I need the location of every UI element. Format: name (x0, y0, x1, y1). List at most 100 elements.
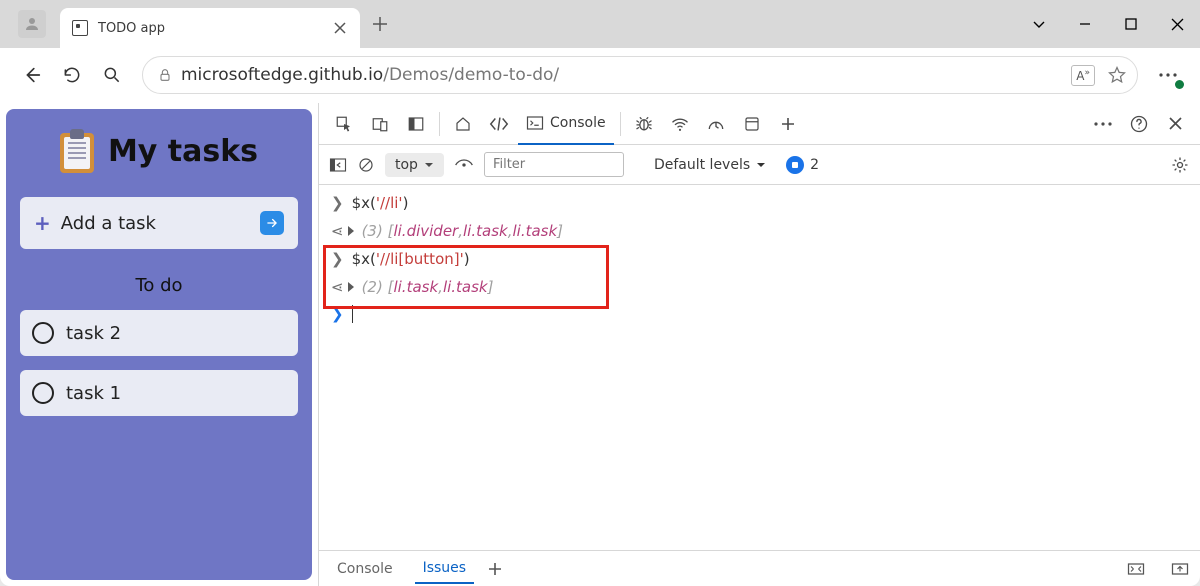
window-minimize-button[interactable] (1062, 0, 1108, 48)
close-icon (1171, 18, 1184, 31)
window-maximize-button[interactable] (1108, 0, 1154, 48)
console-tab[interactable]: Console (518, 103, 614, 145)
star-icon (1107, 65, 1127, 85)
performance-tab[interactable] (699, 107, 733, 141)
issue-badge-icon (786, 156, 804, 174)
issues-indicator[interactable]: 2 (786, 156, 819, 174)
new-tab-button[interactable] (360, 17, 400, 31)
refresh-button[interactable] (52, 55, 92, 95)
more-button[interactable] (1086, 107, 1120, 141)
eye-icon (454, 158, 474, 172)
welcome-tab[interactable] (446, 107, 480, 141)
sources-tab[interactable] (627, 107, 661, 141)
filter-input[interactable] (484, 152, 624, 177)
drawer-expand-button[interactable] (1126, 561, 1146, 577)
favorite-button[interactable] (1107, 65, 1127, 85)
console-toolbar: top Default levels 2 (319, 145, 1200, 185)
expand-icon (1126, 561, 1146, 577)
chevron-down-icon (424, 160, 434, 170)
console-output-line[interactable]: ⋖ (3) [li.divider, li.task, li.task] (319, 217, 1200, 245)
address-bar[interactable]: microsoftedge.github.io/Demos/demo-to-do… (142, 56, 1138, 94)
task-item[interactable]: task 2 (20, 310, 298, 356)
window-controls (1016, 0, 1200, 48)
app-header: My tasks (60, 129, 258, 173)
inspect-button[interactable] (327, 107, 361, 141)
bug-icon (634, 115, 654, 133)
wifi-icon (670, 115, 690, 133)
search-button[interactable] (92, 55, 132, 95)
submit-arrow-button[interactable] (260, 211, 284, 235)
console-output[interactable]: ❯ $x('//li') ⋖ (3) [li.divider, li.task,… (319, 185, 1200, 550)
todo-app: My tasks + Add a task To do task 2 task … (6, 109, 312, 580)
input-arrow-icon: ❯ (331, 250, 344, 268)
clear-icon (357, 156, 375, 174)
dots-icon (1093, 121, 1113, 127)
gear-icon (1170, 155, 1190, 175)
plus-icon: + (34, 211, 51, 235)
help-button[interactable] (1122, 107, 1156, 141)
drawer-collapse-button[interactable] (1170, 561, 1190, 577)
network-tab[interactable] (663, 107, 697, 141)
tab-favicon-icon (72, 20, 88, 36)
inspect-icon (335, 115, 353, 133)
read-aloud-button[interactable]: A» (1071, 65, 1095, 86)
drawer-add-tab-button[interactable] (488, 562, 502, 576)
console-prompt[interactable]: ❯ (319, 301, 1200, 327)
profile-button[interactable] (18, 10, 46, 38)
chevron-down-icon (756, 160, 766, 170)
add-task-button[interactable]: + Add a task (20, 197, 298, 249)
devtools-drawer: Console Issues (319, 550, 1200, 586)
search-icon (102, 65, 122, 85)
console-input-line[interactable]: ❯ $x('//li') (319, 189, 1200, 217)
task-label: task 2 (66, 323, 121, 344)
close-devtools-button[interactable] (1158, 107, 1192, 141)
application-icon (743, 115, 761, 133)
maximize-icon (1125, 18, 1137, 30)
console-icon (526, 115, 544, 131)
log-levels-selector[interactable]: Default levels (654, 157, 766, 173)
drawer-console-tab[interactable]: Console (329, 555, 401, 583)
sidebar-icon (329, 157, 347, 173)
code-icon (488, 115, 510, 133)
dock-button[interactable] (399, 107, 433, 141)
live-expression-button[interactable] (454, 158, 474, 172)
console-input-line[interactable]: ❯ $x('//li[button]') (319, 245, 1200, 273)
window-close-button[interactable] (1154, 0, 1200, 48)
expand-icon[interactable] (348, 226, 354, 236)
arrow-right-icon (265, 216, 279, 230)
context-selector[interactable]: top (385, 153, 444, 177)
menu-button[interactable] (1148, 55, 1188, 95)
tab-close-button[interactable] (332, 20, 348, 36)
app-heading: My tasks (108, 134, 258, 169)
application-tab[interactable] (735, 107, 769, 141)
plus-icon (373, 17, 387, 31)
help-icon (1129, 114, 1149, 134)
performance-icon (706, 115, 726, 133)
console-tab-label: Console (550, 115, 606, 131)
sidebar-toggle-button[interactable] (329, 157, 347, 173)
refresh-icon (62, 65, 82, 85)
window-chevron-button[interactable] (1016, 0, 1062, 48)
clear-console-button[interactable] (357, 156, 375, 174)
devtools-panel: Console top Default levels 2 (318, 103, 1200, 586)
elements-tab[interactable] (482, 107, 516, 141)
task-checkbox[interactable] (32, 382, 54, 404)
devices-icon (371, 115, 389, 133)
task-checkbox[interactable] (32, 322, 54, 344)
collapse-icon (1170, 561, 1190, 577)
drawer-issues-tab[interactable]: Issues (415, 554, 475, 584)
task-item[interactable]: task 1 (20, 370, 298, 416)
lock-icon (157, 67, 173, 83)
browser-tab[interactable]: TODO app (60, 8, 360, 48)
clipboard-icon (60, 129, 94, 173)
minimize-icon (1079, 18, 1091, 30)
output-arrow-icon: ⋖ (331, 278, 344, 296)
expand-icon[interactable] (348, 282, 354, 292)
close-icon (334, 22, 346, 34)
back-button[interactable] (12, 55, 52, 95)
device-toggle-button[interactable] (363, 107, 397, 141)
plus-icon (488, 562, 502, 576)
console-settings-button[interactable] (1170, 155, 1190, 175)
more-tabs-button[interactable] (771, 107, 805, 141)
console-output-line[interactable]: ⋖ (2) [li.task, li.task] (319, 273, 1200, 301)
